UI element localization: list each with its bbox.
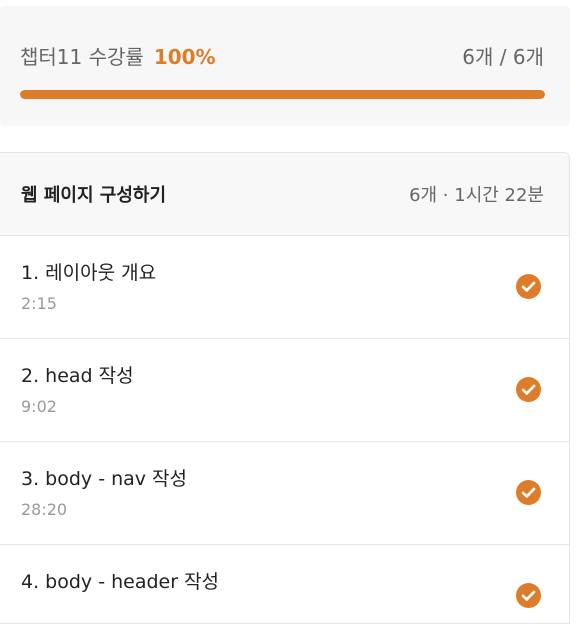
check-circle-icon [516,377,541,402]
lesson-item[interactable]: 3. body - nav 작성 28:20 [0,442,569,545]
lesson-item[interactable]: 1. 레이아웃 개요 2:15 [0,236,569,339]
progress-summary: 챕터11 수강률 100% 6개 / 6개 [20,41,544,70]
lesson-duration: 2:15 [21,294,57,313]
check-circle-icon [516,583,541,608]
progress-bar [20,90,545,99]
progress-label: 챕터11 수강률 [20,45,144,69]
course-progress-card: 챕터11 수강률 100% 6개 / 6개 [0,6,570,126]
lesson-duration: 28:20 [21,500,68,519]
progress-label-group: 챕터11 수강률 100% [20,41,216,70]
lesson-item[interactable]: 2. head 작성 9:02 [0,339,569,442]
curriculum-section: 웹 페이지 구성하기 6개 · 1시간 22분 1. 레이아웃 개요 2:15 … [0,152,570,624]
progress-percent: 100% [153,45,216,69]
check-circle-icon [516,480,541,505]
progress-bar-fill [20,90,545,99]
lesson-title: 3. body - nav 작성 [21,468,188,490]
section-meta: 6개 · 1시간 22분 [409,185,544,206]
check-circle-icon [516,274,541,299]
lesson-item[interactable]: 4. body - header 작성 [0,545,569,623]
section-header[interactable]: 웹 페이지 구성하기 6개 · 1시간 22분 [0,153,569,236]
lesson-title: 1. 레이아웃 개요 [21,262,157,284]
lesson-title: 4. body - header 작성 [21,571,220,593]
progress-count: 6개 / 6개 [462,45,544,69]
section-title: 웹 페이지 구성하기 [21,185,167,206]
lesson-title: 2. head 작성 [21,365,134,387]
lesson-duration: 9:02 [21,397,57,416]
